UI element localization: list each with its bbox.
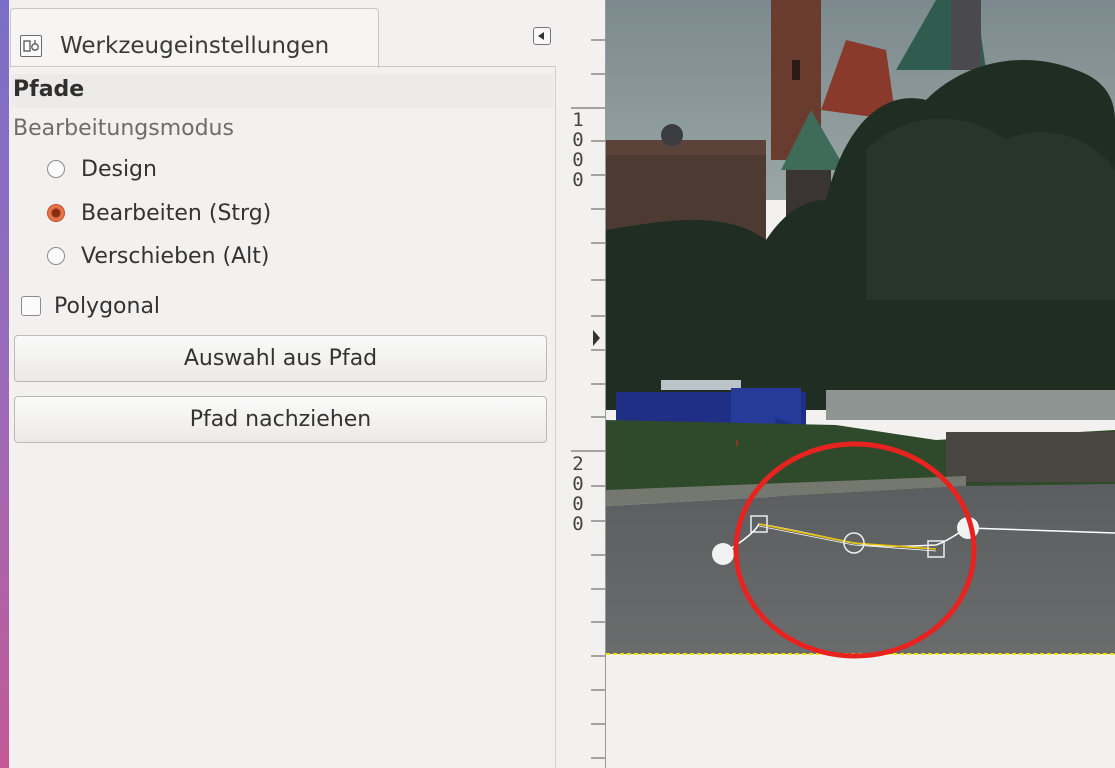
- polygonal-option[interactable]: Polygonal: [21, 290, 160, 322]
- radio-edit[interactable]: [47, 204, 65, 222]
- anchor-left[interactable]: [712, 543, 734, 565]
- tool-options-dock: Werkzeugeinstellungen Pfade Bearbeitungs…: [9, 0, 557, 768]
- tool-name: Pfade: [13, 77, 85, 102]
- window-edge: [0, 0, 9, 768]
- tool-name-band: [11, 74, 554, 108]
- tab-tool-options[interactable]: Werkzeugeinstellungen: [10, 8, 379, 68]
- mode-design-label: Design: [81, 156, 157, 182]
- mode-edit-option[interactable]: Bearbeiten (Strg): [47, 197, 271, 229]
- stroke-path-button[interactable]: Pfad nachziehen: [14, 396, 547, 443]
- mode-move-option[interactable]: Verschieben (Alt): [47, 240, 269, 272]
- ruler-label-2000: 2000: [572, 453, 584, 535]
- polygonal-checkbox[interactable]: [21, 296, 41, 316]
- mode-edit-label: Bearbeiten (Strg): [81, 200, 272, 226]
- radio-move[interactable]: [47, 247, 65, 265]
- radio-design[interactable]: [47, 160, 65, 178]
- tool-options-icon: [20, 35, 42, 57]
- selection-from-path-button[interactable]: Auswahl aus Pfad: [14, 335, 547, 382]
- mode-group-label: Bearbeitungsmodus: [13, 116, 234, 141]
- ruler-label-1000: 1000: [572, 109, 584, 191]
- canvas-image[interactable]: [606, 0, 1115, 768]
- mode-design-option[interactable]: Design: [47, 153, 157, 185]
- mode-move-label: Verschieben (Alt): [81, 243, 270, 269]
- collapse-left-icon[interactable]: [533, 27, 551, 45]
- tab-title: Werkzeugeinstellungen: [60, 33, 330, 59]
- polygonal-label: Polygonal: [54, 293, 161, 319]
